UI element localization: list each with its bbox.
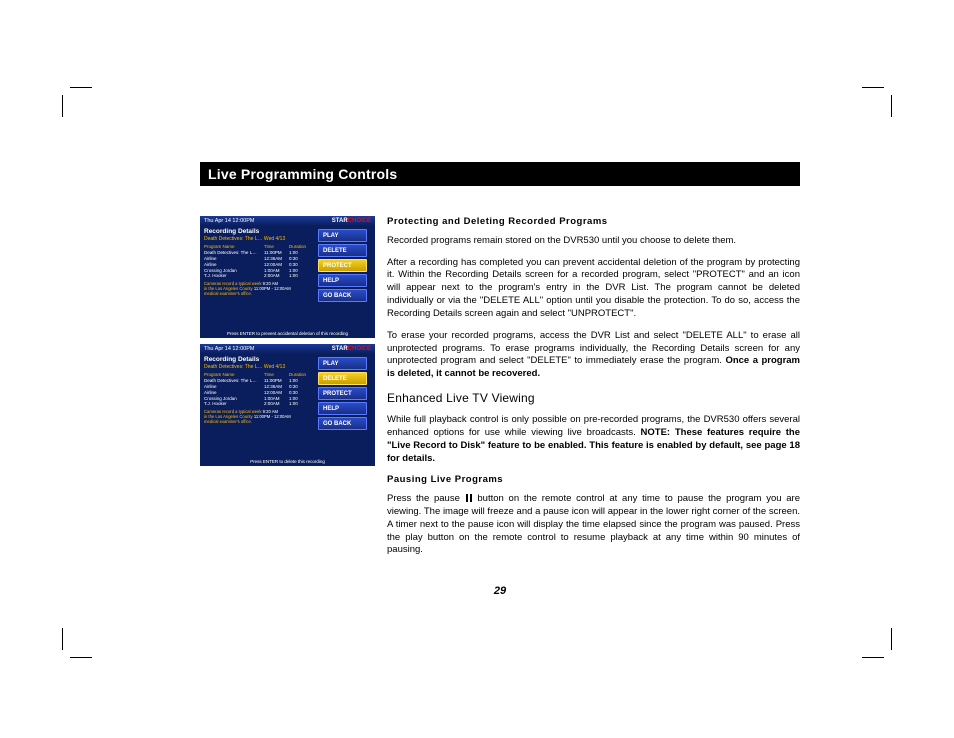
dvr-row: T.J. Hooker2:00AM1:00: [204, 273, 311, 279]
paragraph: Recorded programs remain stored on the D…: [387, 235, 800, 248]
paragraph: While full playback control is only poss…: [387, 414, 800, 465]
dvr-subtitle: Death Detectives: The L… Wed 4/13: [204, 364, 311, 370]
section-heading: Protecting and Deleting Recorded Program…: [387, 216, 800, 229]
dvr-columns: Program NameTimeDuration: [204, 372, 311, 377]
dvr-title: Recording Details: [204, 356, 311, 363]
page-content: Live Programming Controls Thu Apr 14 12:…: [200, 162, 800, 566]
paragraph: To erase your recorded programs, access …: [387, 330, 800, 381]
screenshot-column: Thu Apr 14 12:00PM STARCHOICE Recording …: [200, 216, 375, 566]
pause-icon: [466, 494, 472, 502]
section-heading: Enhanced Live TV Viewing: [387, 390, 800, 406]
page-number: 29: [200, 585, 800, 597]
dvr-logo: STARCHOICE: [332, 218, 371, 224]
dvr-columns: Program NameTimeDuration: [204, 244, 311, 249]
dvr-buttons: PLAY DELETE PROTECT HELP GO BACK: [315, 226, 370, 328]
dvr-delete-button: DELETE: [318, 372, 367, 385]
paragraph: Press the pause button on the remote con…: [387, 493, 800, 557]
dvr-help-button: HELP: [318, 402, 367, 415]
dvr-buttons: PLAY DELETE PROTECT HELP GO BACK: [315, 354, 370, 456]
dvr-protect-button: PROTECT: [318, 387, 367, 400]
text-column: Protecting and Deleting Recorded Program…: [387, 216, 800, 566]
section-heading: Pausing Live Programs: [387, 474, 800, 487]
dvr-protect-button: PROTECT: [318, 259, 367, 272]
dvr-help-button: HELP: [318, 274, 367, 287]
dvr-footer: Press ENTER to delete this recording: [200, 459, 375, 464]
dvr-goback-button: GO BACK: [318, 417, 367, 430]
dvr-description: Cameras record a typical week 9:20 AM in…: [204, 281, 311, 296]
dvr-play-button: PLAY: [318, 357, 367, 370]
crop-mark: [862, 87, 892, 117]
content-area: Thu Apr 14 12:00PM STARCHOICE Recording …: [200, 216, 800, 566]
dvr-goback-button: GO BACK: [318, 289, 367, 302]
dvr-title: Recording Details: [204, 228, 311, 235]
dvr-play-button: PLAY: [318, 229, 367, 242]
crop-mark: [862, 628, 892, 658]
dvr-footer: Press ENTER to prevent accidental deleti…: [200, 331, 375, 336]
crop-mark: [62, 87, 92, 117]
dvr-screenshot-delete: Thu Apr 14 12:00PM STARCHOICE Recording …: [200, 344, 375, 466]
dvr-subtitle: Death Detectives: The L… Wed 4/13: [204, 236, 311, 242]
paragraph: After a recording has completed you can …: [387, 257, 800, 321]
dvr-screenshot-protect: Thu Apr 14 12:00PM STARCHOICE Recording …: [200, 216, 375, 338]
dvr-timestamp: Thu Apr 14 12:00PM: [204, 218, 254, 224]
crop-mark: [62, 628, 92, 658]
dvr-delete-button: DELETE: [318, 244, 367, 257]
dvr-row: T.J. Hooker2:00AM1:00: [204, 401, 311, 407]
page-title: Live Programming Controls: [200, 162, 800, 186]
dvr-description: Cameras record a typical week 9:20 AM in…: [204, 409, 311, 424]
dvr-logo: STARCHOICE: [332, 346, 371, 352]
dvr-timestamp: Thu Apr 14 12:00PM: [204, 346, 254, 352]
